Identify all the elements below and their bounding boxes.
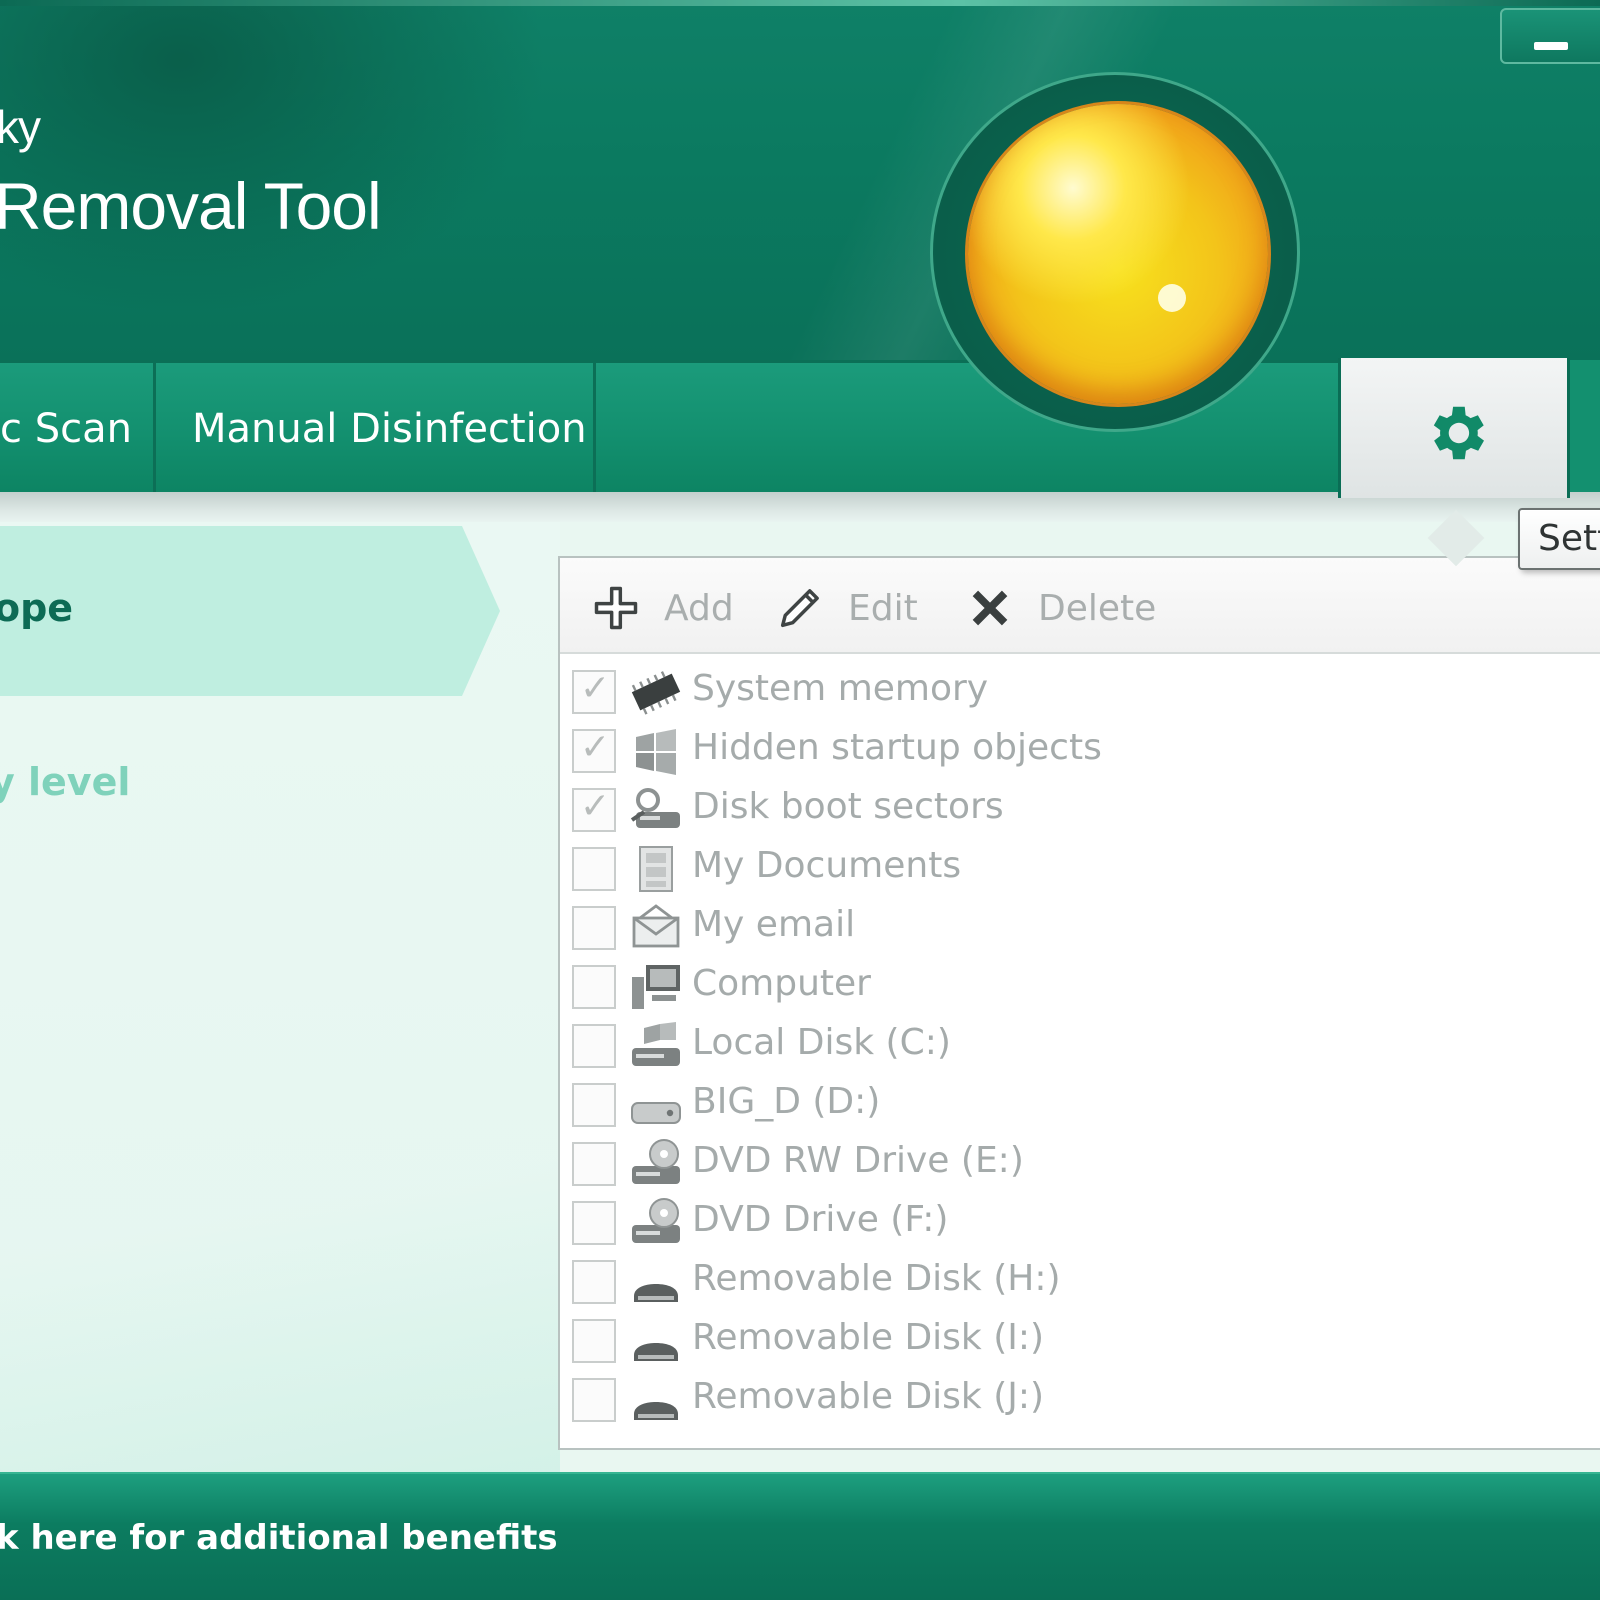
checkmark-icon: ✓	[580, 786, 611, 827]
scope-item-checkbox[interactable]	[572, 965, 616, 1009]
app-title: Removal Tool	[0, 169, 382, 243]
scope-item-label: My email	[692, 904, 856, 945]
scope-item-label: Computer	[692, 963, 871, 1004]
scope-item-checkbox[interactable]	[572, 906, 616, 950]
scope-list-item[interactable]: Local Disk (C:)	[560, 1016, 1600, 1076]
scope-list-item[interactable]: ✓ Hidden startup objects	[560, 721, 1600, 781]
scope-item-checkbox[interactable]	[572, 1083, 616, 1127]
minimize-icon	[1534, 42, 1568, 50]
scope-toolbar: Add Edit Delete	[560, 558, 1600, 654]
tab-label: c Scan	[0, 406, 132, 452]
scope-item-checkbox[interactable]	[572, 1201, 616, 1245]
gear-icon	[1433, 406, 1484, 460]
pencil-icon	[780, 589, 819, 628]
tab-label: Manual Disinfection	[192, 406, 587, 452]
scan-scope-panel: Add Edit Delete ✓ System memory ✓ Hidden st…	[558, 556, 1600, 1450]
tab-settings[interactable]	[1338, 358, 1570, 498]
scope-item-label: DVD RW Drive (E:)	[692, 1140, 1024, 1181]
tab-bar-edge	[1570, 360, 1600, 492]
removable-disk-icon	[628, 1256, 684, 1308]
scope-list-item[interactable]: My email	[560, 898, 1600, 958]
windows-flag-icon	[628, 725, 684, 777]
scope-item-label: Hidden startup objects	[692, 727, 1102, 768]
scope-list-item[interactable]: ✓ Disk boot sectors	[560, 780, 1600, 840]
scope-item-checkbox[interactable]	[572, 1142, 616, 1186]
settings-tooltip: Sett	[1518, 508, 1600, 570]
scope-list-item[interactable]: Removable Disk (I:)	[560, 1311, 1600, 1371]
scope-item-label: My Documents	[692, 845, 962, 886]
delete-button[interactable]: Delete	[964, 580, 1156, 636]
dvd-drive-icon	[628, 1138, 684, 1190]
system-disk-icon	[628, 1020, 684, 1072]
scope-list-item[interactable]: Computer	[560, 957, 1600, 1017]
dvd-drive-icon	[628, 1197, 684, 1249]
scope-list-item[interactable]: Removable Disk (H:)	[560, 1252, 1600, 1312]
scope-item-checkbox[interactable]: ✓	[572, 668, 616, 714]
status-indicator-orb[interactable]	[968, 104, 1268, 404]
sidebar-item-label: ope	[0, 586, 74, 630]
scope-item-label: Removable Disk (I:)	[692, 1317, 1045, 1358]
scope-item-label: Removable Disk (H:)	[692, 1258, 1061, 1299]
app-header: ky Removal Tool	[0, 0, 1600, 360]
edit-label: Edit	[848, 587, 918, 629]
email-envelope-icon	[628, 902, 684, 954]
footer-bar: k here for additional benefits	[0, 1472, 1600, 1600]
scope-item-label: BIG_D (D:)	[692, 1081, 881, 1122]
scope-item-label: DVD Drive (F:)	[692, 1199, 949, 1240]
scope-list-item[interactable]: DVD RW Drive (E:)	[560, 1134, 1600, 1194]
scope-list-item[interactable]: My Documents	[560, 839, 1600, 899]
tab-manual-disinfection[interactable]: Manual Disinfection	[156, 363, 596, 495]
tab-automatic-scan[interactable]: c Scan	[0, 363, 156, 495]
scope-list-item[interactable]: BIG_D (D:)	[560, 1075, 1600, 1135]
scope-list-item[interactable]: ✓ System memory	[560, 662, 1600, 722]
documents-cabinet-icon	[628, 843, 684, 895]
boot-sector-icon	[628, 784, 684, 836]
scope-list-item[interactable]: Removable Disk (J:)	[560, 1370, 1600, 1430]
scope-item-checkbox[interactable]	[572, 1319, 616, 1363]
checkmark-icon: ✓	[580, 727, 611, 768]
memory-chip-icon	[628, 666, 684, 718]
scope-item-checkbox[interactable]: ✓	[572, 727, 616, 773]
scope-list-item[interactable]: DVD Drive (F:)	[560, 1193, 1600, 1253]
add-label: Add	[664, 587, 734, 629]
scope-item-label: System memory	[692, 668, 989, 709]
scope-item-checkbox[interactable]	[572, 847, 616, 891]
scope-item-checkbox[interactable]	[572, 1378, 616, 1422]
edit-button[interactable]: Edit	[774, 580, 918, 636]
scope-item-checkbox[interactable]	[572, 1024, 616, 1068]
computer-icon	[628, 961, 684, 1013]
sidebar-item-security-level[interactable]: y level	[0, 760, 130, 804]
scope-item-checkbox[interactable]: ✓	[572, 786, 616, 832]
additional-benefits-link[interactable]: k here for additional benefits	[0, 1518, 558, 1558]
scope-item-label: Removable Disk (J:)	[692, 1376, 1045, 1417]
checkmark-icon: ✓	[580, 668, 611, 709]
hard-disk-icon	[628, 1079, 684, 1131]
sidebar-item-scan-scope[interactable]	[0, 526, 500, 696]
removable-disk-icon	[628, 1374, 684, 1426]
brand-name: ky	[0, 101, 41, 153]
minimize-button[interactable]	[1500, 8, 1600, 64]
removable-disk-icon	[628, 1315, 684, 1367]
close-icon	[972, 590, 1008, 626]
scope-item-checkbox[interactable]	[572, 1260, 616, 1304]
scope-item-label: Disk boot sectors	[692, 786, 1004, 827]
add-button[interactable]: Add	[590, 580, 734, 636]
plus-icon	[594, 586, 638, 630]
scope-item-label: Local Disk (C:)	[692, 1022, 951, 1063]
delete-label: Delete	[1038, 587, 1157, 629]
